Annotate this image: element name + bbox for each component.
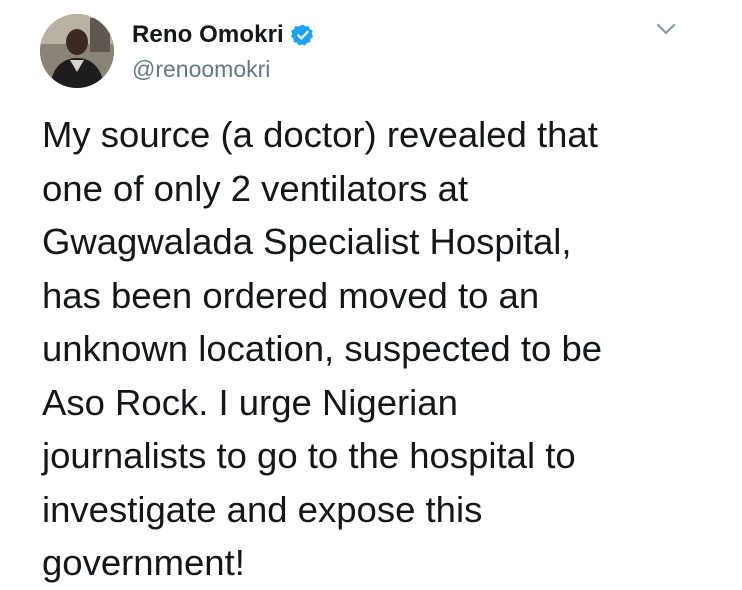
avatar-image: [40, 14, 114, 88]
author-display-name[interactable]: Reno Omokri: [132, 21, 284, 49]
author-name-row: Reno Omokri: [132, 20, 315, 50]
verified-badge-icon: [290, 23, 315, 47]
tweet-text: My source (a doctor) revealed that one o…: [42, 114, 603, 583]
chevron-down-icon[interactable]: [652, 18, 680, 40]
author-handle[interactable]: @renoomokri: [132, 56, 270, 83]
author-avatar[interactable]: [40, 14, 114, 88]
tweet-card: Reno Omokri @renoomokri My source (a doc…: [0, 0, 742, 588]
